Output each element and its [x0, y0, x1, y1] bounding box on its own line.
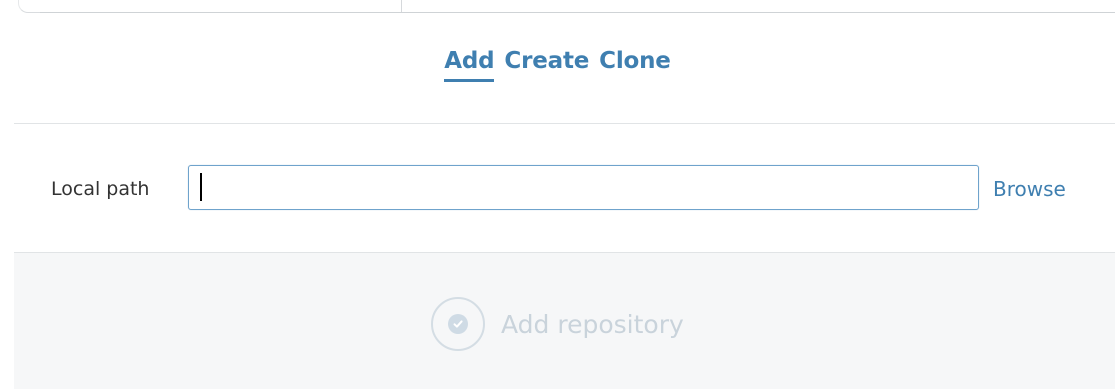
- tab-corner: [18, 0, 41, 13]
- window-top-edge: [0, 0, 1115, 14]
- add-repository-button[interactable]: Add repository: [431, 295, 684, 353]
- divider: [14, 123, 1115, 124]
- tab-create[interactable]: Create: [504, 48, 589, 80]
- browse-link[interactable]: Browse: [993, 177, 1066, 201]
- local-path-label: Local path: [51, 178, 150, 200]
- tab-add[interactable]: Add: [444, 48, 495, 82]
- top-edge-line: [40, 12, 1115, 13]
- tab-clone[interactable]: Clone: [599, 48, 671, 80]
- check-dot: [448, 314, 468, 334]
- local-path-input[interactable]: [188, 165, 979, 210]
- checkmark-icon: [453, 320, 463, 328]
- add-repository-label: Add repository: [501, 309, 684, 339]
- check-circle-icon: [431, 297, 485, 351]
- repository-mode-tabs: Add Create Clone: [0, 48, 1115, 82]
- text-caret: [200, 173, 202, 201]
